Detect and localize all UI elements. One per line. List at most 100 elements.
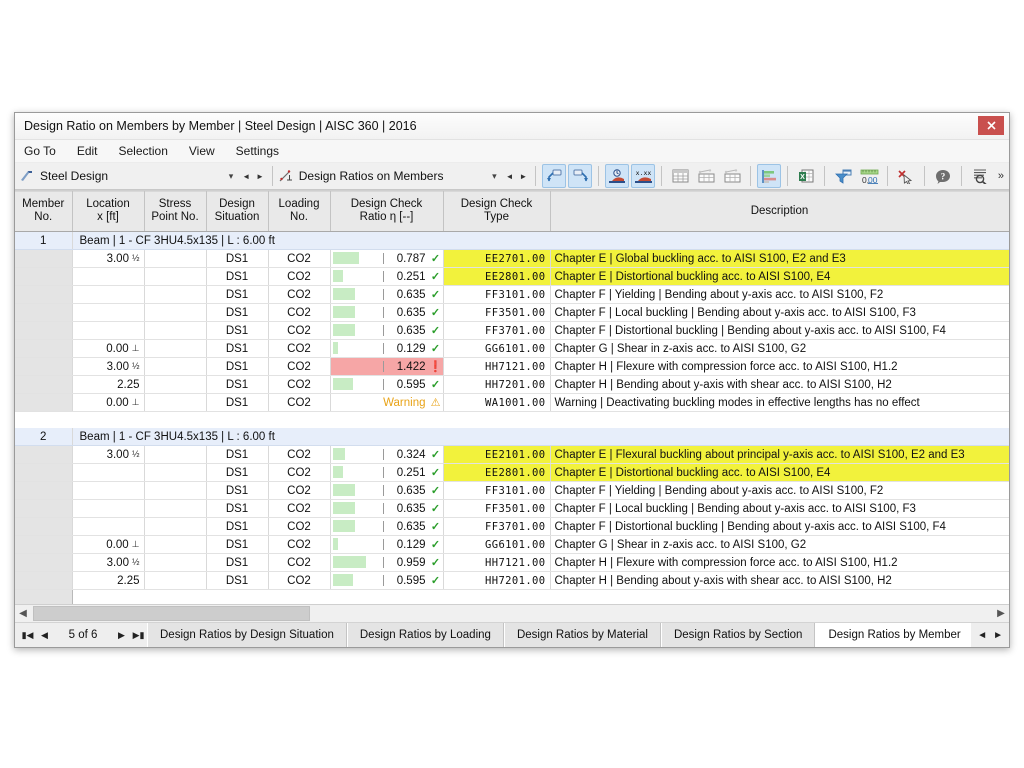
tab-design-ratios-by-section[interactable]: Design Ratios by Section [661, 623, 815, 647]
status-icon-fail: ❗ [429, 360, 443, 374]
deselect-icon [897, 169, 914, 184]
show-max-values-button[interactable] [605, 164, 629, 188]
ratio-bar [333, 252, 359, 264]
cell-location [72, 322, 144, 340]
beam-label: Beam | 1 - CF 3HU4.5x135 | L : 6.00 ft [72, 428, 1009, 446]
close-button[interactable] [978, 116, 1004, 135]
table-row[interactable]: 0.00⊥DS1CO20.129✓GG6101.00Chapter G | Sh… [15, 340, 1009, 358]
ratio-bar-zone [331, 573, 381, 588]
col-header-design-situation[interactable]: DesignSituation [206, 192, 268, 232]
design-ratios-icon [278, 168, 294, 184]
cell-location: 2.25 [72, 376, 144, 394]
cell-stress-point [144, 536, 206, 554]
table-row[interactable]: 2.25DS1CO20.595✓HH7201.00Chapter H | Ben… [15, 376, 1009, 394]
table-row[interactable]: 3.00½DS1CO20.959✓HH7121.00Chapter H | Fl… [15, 554, 1009, 572]
tab-design-ratios-by-loading[interactable]: Design Ratios by Loading [347, 623, 504, 647]
table-top-button[interactable] [694, 164, 718, 188]
scroll-thumb[interactable] [33, 606, 310, 621]
horizontal-scrollbar[interactable]: ◀ ▶ [15, 604, 1009, 622]
menu-item-goto[interactable]: Go To [24, 144, 56, 158]
table-top-icon [698, 169, 715, 183]
table-row[interactable]: DS1CO20.635✓FF3701.00Chapter F | Distort… [15, 518, 1009, 536]
menu-item-settings[interactable]: Settings [236, 144, 279, 158]
menu-bar: Go To Edit Selection View Settings [15, 140, 1009, 163]
table-row[interactable]: DS1CO20.251✓EE2801.00Chapter E | Distort… [15, 268, 1009, 286]
find-button[interactable] [968, 164, 992, 188]
tab-prev-button[interactable]: ◄ [974, 630, 990, 641]
scroll-right-button[interactable]: ▶ [993, 608, 1009, 619]
tab-design-ratios-by-member[interactable]: Design Ratios by Member [815, 623, 971, 647]
tab-design-ratios-by-material[interactable]: Design Ratios by Material [504, 623, 661, 647]
table-row[interactable]: DS1CO20.251✓EE2801.00Chapter E | Distort… [15, 464, 1009, 482]
table-row[interactable]: DS1CO20.635✓FF3501.00Chapter F | Local b… [15, 500, 1009, 518]
table-row[interactable]: 3.00½DS1CO20.787✓EE2701.00Chapter E | Gl… [15, 250, 1009, 268]
module-prev-button[interactable]: ◄ [239, 172, 253, 181]
table-row[interactable]: 0.00⊥DS1CO20.129✓GG6101.00Chapter G | Sh… [15, 536, 1009, 554]
menu-item-view[interactable]: View [189, 144, 215, 158]
col-header-loading-no[interactable]: LoadingNo. [268, 192, 330, 232]
table-row[interactable]: 0.00⊥DS1CO2Warning⚠WA1001.00Warning | De… [15, 394, 1009, 412]
module-next-button[interactable]: ► [253, 172, 267, 181]
beam-header-row[interactable]: 1Beam | 1 - CF 3HU4.5x135 | L : 6.00 ft [15, 232, 1009, 250]
col-header-ratio[interactable]: Design CheckRatio η [--] [330, 192, 443, 232]
decimal-places-button[interactable]: 0, 00 [857, 164, 881, 188]
table-row[interactable]: DS1CO20.635✓FF3501.00Chapter F | Local b… [15, 304, 1009, 322]
table-prev-button[interactable]: ◄ [503, 172, 517, 181]
cell-description: Chapter H | Flexure with compression for… [550, 554, 1009, 572]
menu-item-edit[interactable]: Edit [77, 144, 98, 158]
module-selector[interactable]: Steel Design ▾ [19, 166, 239, 186]
col-header-location[interactable]: Locationx [ft] [72, 192, 144, 232]
chevron-down-icon-2[interactable]: ▾ [486, 171, 503, 182]
member-no: 2 [15, 428, 72, 446]
table-row[interactable]: DS1CO20.635✓FF3101.00Chapter F | Yieldin… [15, 286, 1009, 304]
cell-design-situation: DS1 [206, 376, 268, 394]
row-member-no [15, 376, 72, 394]
col-header-stress-point[interactable]: StressPoint No. [144, 192, 206, 232]
show-values-button[interactable]: x.xx [631, 164, 655, 188]
cell-stress-point [144, 376, 206, 394]
help-button[interactable]: ? [931, 164, 955, 188]
deselect-button[interactable] [894, 164, 918, 188]
steel-design-icon [19, 168, 35, 184]
table-full-button[interactable] [668, 164, 692, 188]
table-row[interactable]: DS1CO20.635✓FF3101.00Chapter F | Yieldin… [15, 482, 1009, 500]
pager-first-button[interactable]: ▮◀ [19, 630, 36, 641]
result-diagram-button[interactable] [757, 164, 781, 188]
col-header-member-no[interactable]: MemberNo. [15, 192, 72, 232]
table-selector[interactable]: Design Ratios on Members ▾ [278, 166, 503, 186]
beam-header-row[interactable]: 2Beam | 1 - CF 3HU4.5x135 | L : 6.00 ft [15, 428, 1009, 446]
table-row[interactable]: DS1CO20.635✓FF3701.00Chapter F | Distort… [15, 322, 1009, 340]
ratio-bar [333, 306, 355, 318]
svg-text:00: 00 [868, 175, 878, 184]
ratio-tick [383, 467, 384, 478]
redo-button[interactable] [568, 164, 592, 188]
table-row[interactable]: 3.00½DS1CO20.324✓EE2101.00Chapter E | Fl… [15, 446, 1009, 464]
ratio-tick [383, 289, 384, 300]
status-icon-ok: ✓ [429, 538, 443, 552]
ratio-bar-zone [331, 465, 381, 480]
menu-item-selection[interactable]: Selection [119, 144, 168, 158]
col-header-check-type[interactable]: Design CheckType [443, 192, 550, 232]
undo-button[interactable] [542, 164, 566, 188]
pager-last-button[interactable]: ▶▮ [130, 630, 147, 641]
tab-design-ratios-by-design-situation[interactable]: Design Ratios by Design Situation [147, 623, 347, 647]
ratio-value: 0.635 [381, 288, 429, 302]
ratio-bar-zone [331, 359, 381, 374]
ratio-bar [333, 574, 353, 586]
tab-next-button[interactable]: ► [990, 630, 1006, 641]
table-bottom-button[interactable] [720, 164, 744, 188]
toolbar-divider-4 [661, 166, 662, 186]
excel-export-button[interactable]: X [794, 164, 818, 188]
col-header-description[interactable]: Description [550, 192, 1009, 232]
location-symbol: ½ [129, 557, 140, 567]
filter-button[interactable] [831, 164, 855, 188]
chevron-down-icon[interactable]: ▾ [223, 171, 240, 182]
table-row[interactable]: 2.25DS1CO20.595✓HH7201.00Chapter H | Ben… [15, 572, 1009, 590]
pager-next-button[interactable]: ▶ [113, 630, 130, 641]
pager-prev-button[interactable]: ◀ [36, 630, 53, 641]
table-next-button[interactable]: ► [516, 172, 530, 181]
toolbar-overflow-button[interactable]: » [993, 170, 1009, 182]
scroll-left-button[interactable]: ◀ [15, 608, 31, 619]
scroll-track[interactable] [310, 607, 993, 620]
table-row[interactable]: 3.00½DS1CO21.422❗HH7121.00Chapter H | Fl… [15, 358, 1009, 376]
